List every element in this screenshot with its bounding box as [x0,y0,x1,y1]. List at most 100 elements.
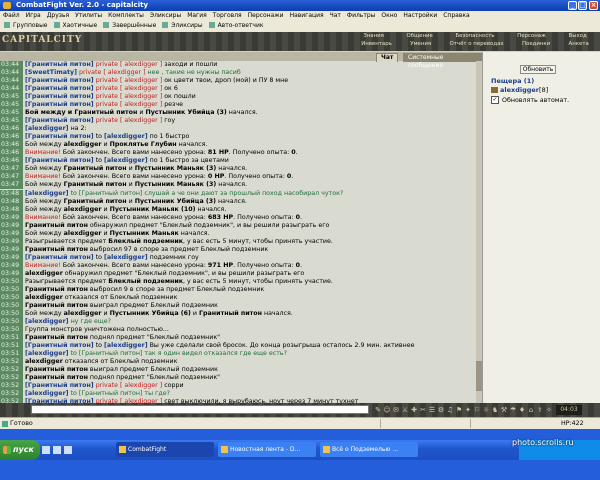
action-icon[interactable]: ✉ [392,406,400,414]
action-icon[interactable]: ✦ [464,406,472,414]
action-icon[interactable]: ☰ [428,406,436,414]
nick-link[interactable]: [alexdigger] [25,190,69,197]
chat-input[interactable] [31,405,369,414]
action-icon[interactable]: ⚐ [473,406,481,414]
minimize-button[interactable]: _ [568,1,577,10]
menu-item[interactable]: Справка [440,11,472,20]
action-icon[interactable]: ⚙ [437,406,445,414]
media-icon[interactable] [64,446,72,454]
action-icon[interactable]: ✧ [545,406,553,414]
maximize-button[interactable]: □ [578,1,587,10]
menu-item[interactable]: Фильтры [344,11,378,20]
action-icon[interactable]: ✚ [410,406,418,414]
taskbar-button[interactable]: Всё о Подземелью ... [320,442,418,457]
browser-icon[interactable] [42,446,50,454]
player-name[interactable]: alexdigger [500,86,539,94]
menu-item[interactable]: Персонажи [245,11,287,20]
menu-item[interactable]: Настройки [400,11,440,20]
nick-link[interactable]: [Гранитный питон] [25,342,94,349]
close-button[interactable]: × [589,1,598,10]
message-text: Бой между [25,309,64,317]
nav-link[interactable]: Поединки [520,41,552,49]
action-icon[interactable]: ♞ [491,406,499,414]
nick-link[interactable]: [alexdigger] [104,254,148,261]
message-text: private [ alexdigger ] [93,61,163,68]
menu-item[interactable]: Навигация [287,11,327,20]
toolbar-button[interactable]: Групповые [11,21,50,30]
menu-item[interactable]: Утилиты [72,11,105,20]
desktop-icon[interactable] [53,446,61,454]
nick-link[interactable]: [Гранитный питон] [25,93,94,100]
action-icon[interactable]: ⚒ [500,406,508,414]
nick-link[interactable]: [Гранитный питон] [25,133,94,140]
nick-link[interactable]: [alexdigger] [104,133,148,140]
toolbar-button[interactable]: Хаотичные [61,21,100,30]
chat-message: 03:48 Бой между Гранитный питон и Пустынн… [0,197,476,206]
nick-link[interactable]: [alexdigger] [104,342,148,349]
nav-link[interactable]: Безопасность [453,33,496,41]
nick-link[interactable]: [Гранитный питон] [25,117,94,124]
nick-link[interactable]: [Гранитный питон] [25,382,94,389]
nick-link[interactable]: [alexdigger] [25,350,69,357]
message-text: . [295,149,298,157]
toolbar-button[interactable]: Завершённые [110,21,158,30]
message-text: Бой между [25,165,64,173]
nav-link[interactable]: Персонаж [515,33,548,41]
action-icon[interactable]: ♦ [518,406,526,414]
autoupdate-option[interactable]: ✓ Обновлять автомат. [491,96,569,104]
menu-item[interactable]: Игра [23,11,44,20]
action-icon[interactable]: ⚑ [455,406,463,414]
menu-item[interactable]: Эликсиры [147,11,184,20]
action-icon[interactable]: ☂ [509,406,517,414]
action-icon[interactable]: ♫ [446,406,454,414]
nav-link[interactable]: Общение [405,33,435,41]
nav-link[interactable]: Выход [567,33,589,41]
message-text: Гранитный питон [63,165,127,173]
message-text: ок 6 [162,85,178,93]
message-text: Пустынник Маньяк (3) [134,165,217,173]
autoupdate-checkbox[interactable]: ✓ [491,96,499,104]
nick-link[interactable]: [Гранитный питон] [25,77,94,84]
menu-item[interactable]: Чат [327,11,344,20]
nick-link[interactable]: [Гранитный питон] [25,254,94,261]
action-icon[interactable]: ⚔ [401,406,409,414]
start-button[interactable]: пуск [0,440,40,460]
nav-link[interactable]: Умения [408,41,433,49]
nick-link[interactable]: [alexdigger] [104,157,148,164]
nick-link[interactable]: [alexdigger] [25,125,69,132]
menu-item[interactable]: Комплекты [105,11,147,20]
menu-item[interactable]: Окно [378,11,400,20]
nick-link[interactable]: [alexdigger] [25,318,69,325]
nick-link[interactable]: [Гранитный питон] [25,157,94,164]
action-icon[interactable]: ✂ [419,406,427,414]
menu-item[interactable]: Магия [184,11,210,20]
nav-link[interactable]: Инвентарь [359,41,394,49]
nick-link[interactable]: [alexdigger] [25,390,69,397]
nav-link[interactable]: Знания [361,33,386,41]
menu-item[interactable]: Торговля [210,11,245,20]
player-entry[interactable]: alexdigger[8] [491,86,548,94]
nick-link[interactable]: [SweetTimaty] [25,69,77,76]
action-icon[interactable]: ☼ [482,406,490,414]
message-text: private [ alexdigger ] [93,85,163,93]
action-icon[interactable]: ⌂ [527,406,535,414]
action-icon[interactable]: ✎ [374,406,382,414]
action-icon[interactable]: ☺ [383,406,391,414]
taskbar-button[interactable]: Новостная лента - D... [218,442,316,457]
nav-link[interactable]: Анкета [567,41,591,49]
message-text: Блеклый подземник [108,237,184,245]
nick-link[interactable]: [Гранитный питон] [25,85,94,92]
nick-link[interactable]: [Гранитный питон] [25,61,94,68]
nav-link[interactable]: Отчёт о переводах [448,41,506,49]
window-titlebar[interactable]: CombatFight Ver. 2.0 - capitalcity _ □ × [0,0,600,11]
message-text: to [93,133,105,141]
toolbar-button[interactable]: Авто-ответчик [216,21,266,30]
taskbar-button[interactable]: CombatFight [116,442,214,457]
toolbar-button[interactable]: Эликсиры [169,21,204,30]
menu-item[interactable]: Друзья [44,11,72,20]
action-icon[interactable]: ⚕ [536,406,544,414]
refresh-button[interactable]: Обновить [520,65,556,74]
menu-item[interactable]: Файл [0,11,23,20]
nick-link[interactable]: [Гранитный питон] [25,101,94,108]
message-time: 03:47 [0,165,23,174]
